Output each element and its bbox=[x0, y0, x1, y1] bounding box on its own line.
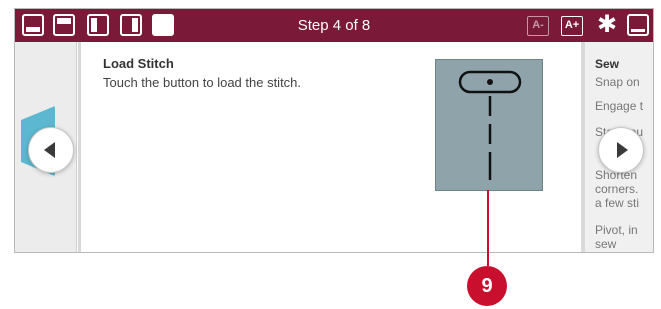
callout-leader-line bbox=[487, 190, 489, 266]
previous-step-button[interactable] bbox=[28, 127, 74, 173]
next-step-line: Snap on bbox=[595, 75, 640, 89]
guided-sewing-screen: Step 4 of 8 A- A+ ✱ Load Stitch Touch th… bbox=[14, 8, 654, 253]
load-stitch-button[interactable] bbox=[435, 59, 543, 191]
arrow-right-icon bbox=[617, 142, 628, 158]
next-step-line: a few sti bbox=[595, 196, 640, 210]
next-step-button[interactable] bbox=[598, 127, 644, 173]
next-step-line: Pivot, in bbox=[595, 223, 638, 237]
next-step-line: sew bbox=[595, 237, 617, 251]
arrow-left-icon bbox=[44, 142, 55, 158]
font-decrease-button[interactable]: A- bbox=[527, 16, 549, 36]
settings-gear-icon[interactable]: ✱ bbox=[595, 13, 619, 37]
minimize-icon[interactable] bbox=[627, 14, 649, 36]
callout-number-badge: 9 bbox=[467, 266, 507, 306]
next-step-line: Engage t bbox=[595, 99, 644, 113]
step-heading: Load Stitch bbox=[103, 56, 174, 71]
step-title: Step 4 of 8 bbox=[297, 17, 371, 34]
step-content: Load Stitch Touch the button to load the… bbox=[87, 42, 581, 252]
step-instruction: Touch the button to load the stitch. bbox=[103, 75, 302, 90]
straight-stitch-icon bbox=[458, 70, 522, 180]
top-bar: Step 4 of 8 A- A+ ✱ bbox=[15, 9, 653, 42]
next-step-heading: Sew bbox=[595, 57, 620, 71]
next-step-line: corners. bbox=[595, 182, 639, 196]
font-increase-button[interactable]: A+ bbox=[561, 16, 583, 36]
